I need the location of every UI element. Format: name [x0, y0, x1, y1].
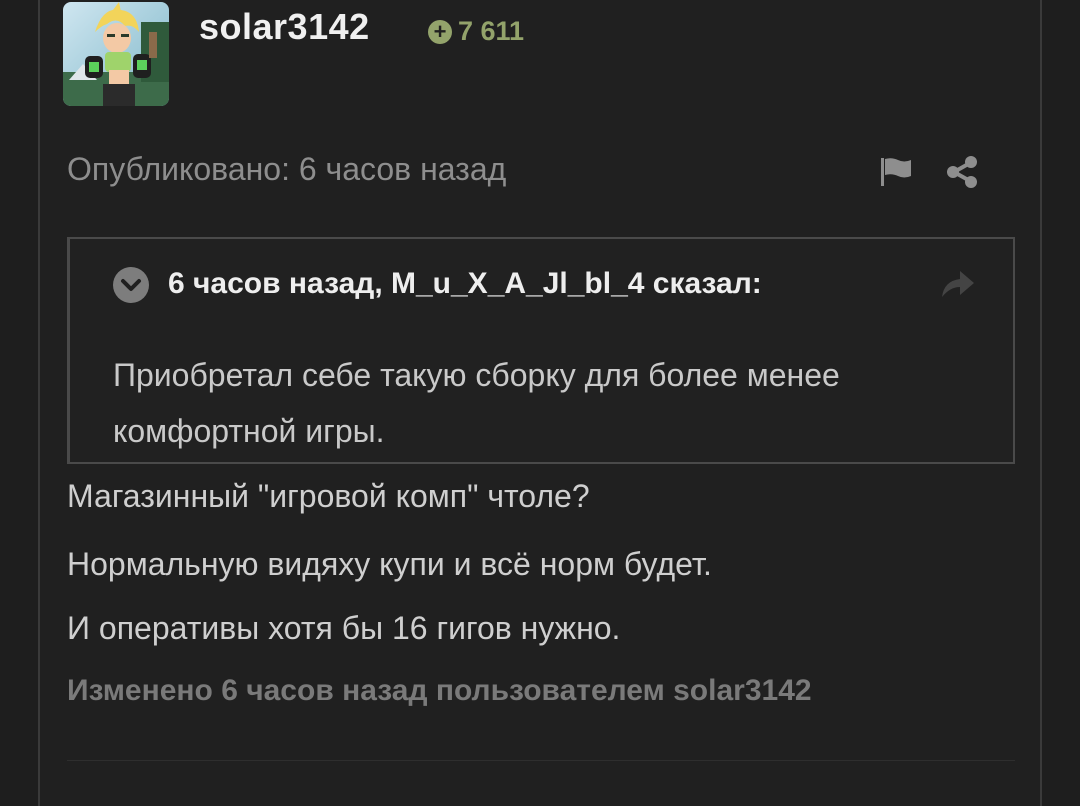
post-paragraph: Магазинный "игровой комп" чтоле?: [67, 478, 590, 514]
reputation-value: 7 611: [458, 16, 525, 46]
posted-timestamp: Опубликовано: 6 часов назад: [67, 151, 507, 187]
reply-arrow-icon: [942, 271, 974, 297]
avatar[interactable]: [63, 2, 169, 106]
collapse-quote-button[interactable]: [113, 267, 149, 303]
post-paragraph: Нормальную видяху купи и всё норм будет.: [67, 546, 712, 582]
reputation-badge[interactable]: + 7 611: [428, 16, 524, 47]
go-to-quoted-post-button[interactable]: [938, 267, 976, 301]
author-username[interactable]: solar3142: [199, 6, 370, 48]
quote-text: Приобретал себе такую сборку для более м…: [113, 357, 840, 449]
report-button[interactable]: [878, 154, 914, 190]
share-icon: [947, 156, 977, 188]
plus-circle-icon: +: [428, 19, 452, 44]
post-paragraph: И оперативы хотя бы 16 гигов нужно.: [67, 610, 621, 646]
chevron-down-icon: [121, 279, 141, 291]
flag-icon: [881, 158, 911, 186]
edited-note: Изменено 6 часов назад пользователем sol…: [67, 674, 812, 707]
share-button[interactable]: [944, 154, 980, 190]
avatar-image: [63, 2, 169, 106]
quote-header[interactable]: 6 часов назад, M_u_X_A_Jl_bl_4 сказал:: [168, 267, 762, 301]
divider: [67, 760, 1015, 761]
quote-block: 6 часов назад, M_u_X_A_Jl_bl_4 сказал: П…: [67, 237, 1015, 464]
